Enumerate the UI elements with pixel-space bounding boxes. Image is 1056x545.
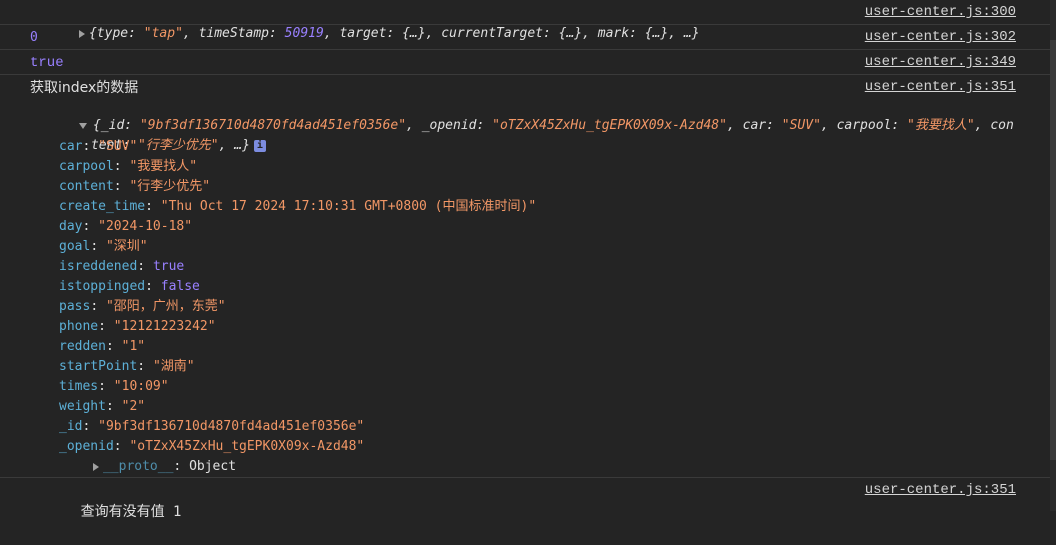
property-key: content — [59, 179, 114, 194]
property-key: carpool — [59, 159, 114, 174]
property-value: "2" — [121, 399, 146, 414]
property-key: _id — [59, 419, 83, 434]
property-value: "行李少优先" — [129, 179, 211, 194]
property-value: "SUV" — [98, 139, 138, 154]
property-row: pass: "邵阳，广州，东莞" — [59, 299, 226, 314]
property-value: "我要找人" — [129, 159, 198, 174]
property-value: "10:09" — [113, 379, 169, 394]
property-row: carpool: "我要找人" — [59, 159, 198, 174]
property-value: true — [152, 259, 185, 274]
console-panel: {type: "tap", timeStamp: 50919, target: … — [0, 0, 1050, 520]
property-key: goal — [59, 239, 91, 254]
source-link[interactable]: user-center.js:300 — [865, 0, 1016, 24]
property-key: istoppinged — [59, 279, 146, 294]
property-key: pass — [59, 299, 91, 314]
property-key: isreddened — [59, 259, 138, 274]
property-value: "12121223242" — [113, 319, 216, 334]
console-message-true: true user-center.js:349 — [0, 50, 1050, 75]
boolean-value: true — [30, 55, 64, 71]
source-link[interactable]: user-center.js:302 — [865, 25, 1016, 49]
property-value: "深圳" — [105, 239, 148, 254]
property-row: redden: "1" — [59, 339, 146, 354]
property-value: "2024-10-18" — [98, 219, 193, 234]
property-key: startPoint — [59, 359, 138, 374]
property-row: weight: "2" — [59, 399, 146, 414]
property-row: isreddened: true — [59, 259, 185, 274]
property-row: goal: "深圳" — [59, 239, 148, 254]
property-key: times — [59, 379, 99, 394]
property-key: create_time — [59, 199, 146, 214]
property-row: create_time: "Thu Oct 17 2024 17:10:31 G… — [59, 199, 537, 214]
number-value: 0 — [30, 30, 38, 45]
property-value: "Thu Oct 17 2024 17:10:31 GMT+0800 (中国标准… — [160, 199, 537, 214]
property-value: "湖南" — [152, 359, 195, 374]
property-key: car — [59, 139, 83, 154]
property-value: "1" — [121, 339, 146, 354]
property-value: "邵阳，广州，东莞" — [105, 299, 226, 314]
object-properties: car: "SUV" carpool: "我要找人" content: "行李少优先… — [59, 137, 536, 457]
console-message-event: {type: "tap", timeStamp: 50919, target: … — [0, 0, 1050, 41]
property-key: weight — [59, 399, 106, 414]
property-row: istoppinged: false — [59, 279, 200, 294]
property-key: redden — [59, 339, 106, 354]
property-row: content: "行李少优先" — [59, 179, 211, 194]
property-value: "9bf3df136710d4870fd4ad451ef0356e" — [98, 419, 365, 434]
scrollbar[interactable] — [1050, 0, 1056, 511]
console-message-zero: 0 user-center.js:302 — [0, 25, 1050, 50]
property-row: phone: "12121223242" — [59, 319, 216, 334]
property-row: times: "10:09" — [59, 379, 169, 394]
property-row: startPoint: "湖南" — [59, 359, 195, 374]
console-message-query: 查询有没有值 1 user-center.js:351 — [0, 478, 1050, 520]
property-row: car: "SUV" — [59, 139, 138, 154]
property-key: day — [59, 219, 83, 234]
property-key: phone — [59, 319, 99, 334]
property-row: day: "2024-10-18" — [59, 219, 193, 234]
source-link[interactable]: user-center.js:351 — [865, 478, 1016, 502]
source-link[interactable]: user-center.js:349 — [865, 50, 1016, 74]
property-row: _id: "9bf3df136710d4870fd4ad451ef0356e" — [59, 419, 365, 434]
query-log: 查询有没有值 1 — [80, 504, 182, 520]
expand-arrow-icon[interactable] — [92, 462, 99, 471]
console-message-index-data: 获取index的数据 user-center.js:351 {_id: "9bf… — [0, 75, 1050, 478]
scrollbar-thumb[interactable] — [1050, 40, 1056, 460]
property-value: false — [160, 279, 200, 294]
